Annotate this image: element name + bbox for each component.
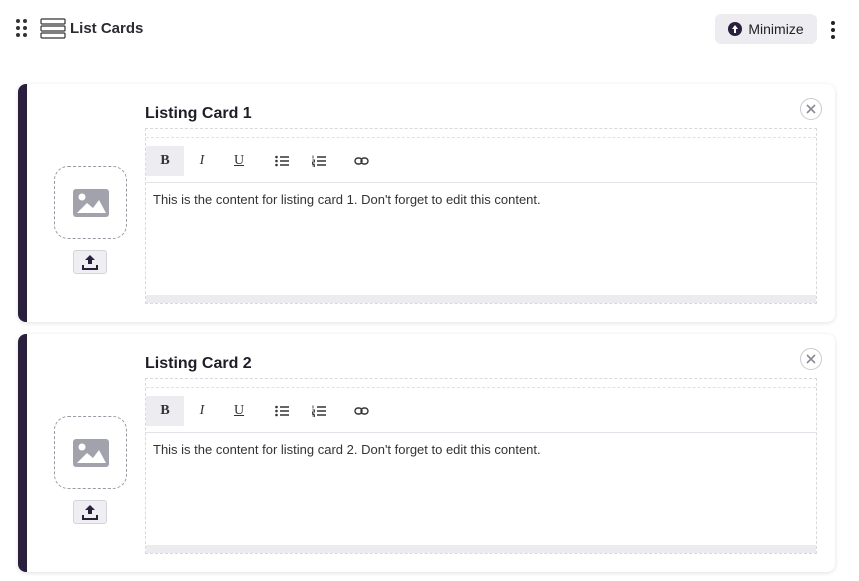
card-accent-bar — [18, 334, 27, 572]
editor-toolbar: B I U — [146, 137, 816, 183]
minimize-button[interactable]: Minimize — [715, 14, 817, 44]
close-icon[interactable] — [800, 348, 822, 370]
listing-card: Listing Card 2 B I U This is the content… — [18, 334, 835, 572]
editor-footer — [146, 545, 816, 553]
numbered-list-icon — [312, 155, 326, 167]
editor-content[interactable]: This is the content for listing card 1. … — [153, 192, 803, 207]
bullet-list-icon — [275, 155, 289, 166]
list-icon — [40, 18, 66, 39]
minimize-icon — [728, 22, 743, 36]
numbered-list-button[interactable] — [300, 388, 338, 433]
editor-content[interactable]: This is the content for listing card 2. … — [153, 442, 803, 457]
image-placeholder[interactable] — [54, 166, 127, 239]
rich-text-editor[interactable]: B I U This is the content for listing ca… — [145, 128, 817, 304]
bold-button[interactable]: B — [146, 146, 184, 176]
italic-button[interactable]: I — [183, 388, 221, 433]
link-button[interactable] — [342, 388, 380, 433]
drag-handle-icon[interactable] — [16, 19, 28, 37]
underline-button[interactable]: U — [220, 388, 258, 433]
image-icon — [72, 188, 109, 217]
upload-icon — [82, 255, 98, 270]
link-button[interactable] — [342, 138, 380, 183]
link-icon — [353, 406, 369, 415]
upload-button[interactable] — [73, 250, 107, 274]
editor-toolbar: B I U — [146, 387, 816, 433]
underline-button[interactable]: U — [220, 138, 258, 183]
more-vertical-icon[interactable] — [826, 19, 840, 41]
minimize-label: Minimize — [748, 21, 804, 37]
image-placeholder[interactable] — [54, 416, 127, 489]
bold-button[interactable]: B — [146, 396, 184, 426]
listing-card: Listing Card 1 B I U This is the content… — [18, 84, 835, 322]
rich-text-editor[interactable]: B I U This is the content for listing ca… — [145, 378, 817, 554]
block-header: List Cards Minimize — [0, 0, 859, 60]
editor-footer — [146, 295, 816, 303]
image-icon — [72, 438, 109, 467]
italic-button[interactable]: I — [183, 138, 221, 183]
card-accent-bar — [18, 84, 27, 322]
card-title: Listing Card 2 — [145, 355, 252, 372]
link-icon — [353, 156, 369, 165]
numbered-list-button[interactable] — [300, 138, 338, 183]
upload-button[interactable] — [73, 500, 107, 524]
bullet-list-icon — [275, 405, 289, 416]
bullet-list-button[interactable] — [263, 138, 301, 183]
close-icon[interactable] — [800, 98, 822, 120]
block-title: List Cards — [70, 20, 144, 37]
numbered-list-icon — [312, 405, 326, 417]
upload-icon — [82, 505, 98, 520]
bullet-list-button[interactable] — [263, 388, 301, 433]
card-title: Listing Card 1 — [145, 105, 252, 122]
